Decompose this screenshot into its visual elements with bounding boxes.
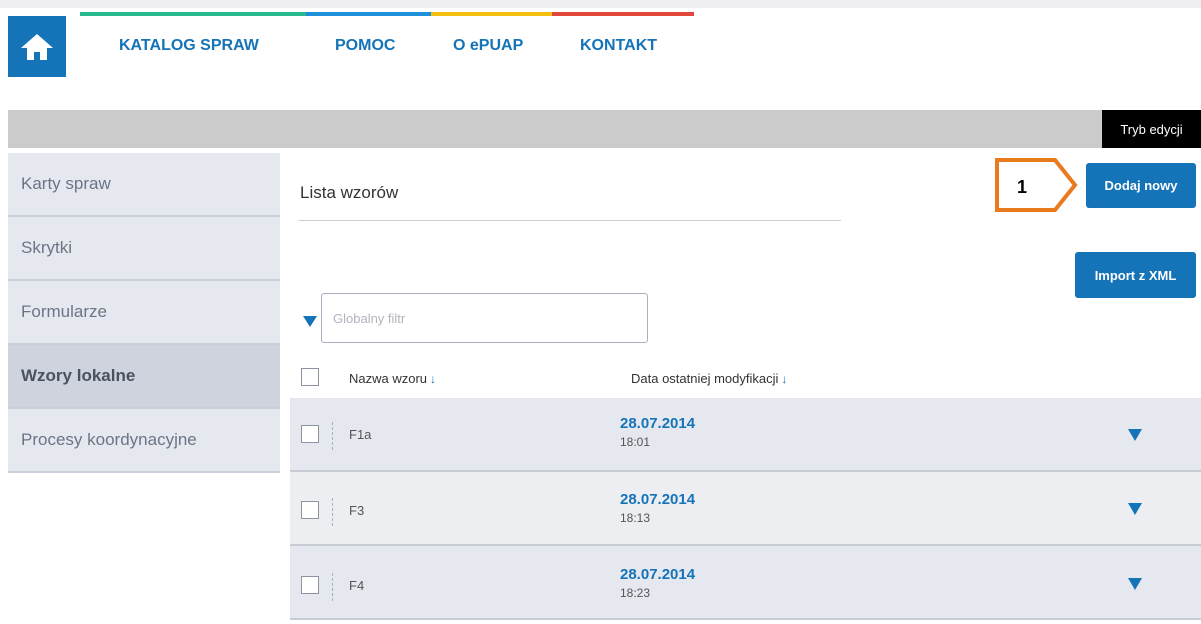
color-bar-yellow	[431, 12, 552, 16]
nav-pomoc[interactable]: POMOC	[335, 37, 395, 55]
column-header-name-label: Nazwa wzoru	[349, 371, 428, 386]
table-row: F4 28.07.2014 18:23	[290, 546, 1201, 620]
table-row: F1a 28.07.2014 18:01	[290, 398, 1201, 472]
row-date: 28.07.2014	[620, 415, 696, 432]
row-date: 28.07.2014	[620, 566, 696, 583]
home-icon	[21, 33, 53, 60]
sidebar-item-procesy-koordynacyjne[interactable]: Procesy koordynacyjne	[8, 409, 280, 473]
edit-mode-button[interactable]: Tryb edycji	[1102, 110, 1201, 148]
sidebar-item-formularze[interactable]: Formularze	[8, 281, 280, 345]
filter-toggle-icon[interactable]	[303, 316, 317, 327]
table-row: F3 28.07.2014 18:13	[290, 472, 1201, 546]
color-bar-blue	[306, 12, 431, 16]
row-time: 18:13	[620, 511, 651, 525]
nav-o-epuap[interactable]: O ePUAP	[453, 37, 523, 55]
column-header-modified[interactable]: Data ostatniej modyfikacji ↓	[631, 371, 787, 386]
color-bar-green	[80, 12, 306, 16]
row-time: 18:01	[620, 435, 651, 449]
row-divider	[332, 498, 333, 526]
global-filter-input[interactable]	[321, 293, 648, 343]
import-xml-button[interactable]: Import z XML	[1075, 252, 1196, 298]
row-checkbox[interactable]	[301, 501, 319, 519]
home-button[interactable]	[8, 16, 66, 77]
title-underline	[299, 220, 841, 221]
row-expand-icon[interactable]	[1128, 503, 1142, 515]
callout-number: 1	[1017, 177, 1027, 197]
row-time: 18:23	[620, 586, 651, 600]
sidebar: Karty spraw Skrytki Formularze Wzory lok…	[8, 153, 280, 473]
row-divider	[332, 573, 333, 601]
top-strip	[0, 0, 1201, 8]
page-title: Lista wzorów	[300, 183, 399, 202]
nav-kontakt[interactable]: KONTAKT	[580, 37, 657, 55]
sidebar-item-wzory-lokalne[interactable]: Wzory lokalne	[8, 345, 280, 409]
row-name: F4	[349, 578, 365, 593]
row-expand-icon[interactable]	[1128, 429, 1142, 441]
row-expand-icon[interactable]	[1128, 578, 1142, 590]
add-new-button[interactable]: Dodaj nowy	[1086, 163, 1196, 208]
sidebar-item-karty-spraw[interactable]: Karty spraw	[8, 153, 280, 217]
column-header-name[interactable]: Nazwa wzoru ↓	[349, 371, 436, 386]
callout-arrow: 1	[995, 158, 1078, 212]
row-name: F1a	[349, 427, 372, 442]
sort-arrow-icon: ↓	[781, 372, 788, 386]
color-bar-red	[552, 12, 694, 16]
row-divider	[332, 422, 333, 450]
row-name: F3	[349, 503, 365, 518]
column-header-modified-label: Data ostatniej modyfikacji	[631, 371, 779, 386]
row-date: 28.07.2014	[620, 491, 696, 508]
gray-toolbar	[8, 110, 1201, 148]
sort-arrow-icon: ↓	[430, 372, 437, 386]
nav-katalog-spraw[interactable]: KATALOG SPRAW	[119, 37, 259, 55]
sidebar-item-skrytki[interactable]: Skrytki	[8, 217, 280, 281]
row-checkbox[interactable]	[301, 576, 319, 594]
row-checkbox[interactable]	[301, 425, 319, 443]
select-all-checkbox[interactable]	[301, 368, 319, 386]
